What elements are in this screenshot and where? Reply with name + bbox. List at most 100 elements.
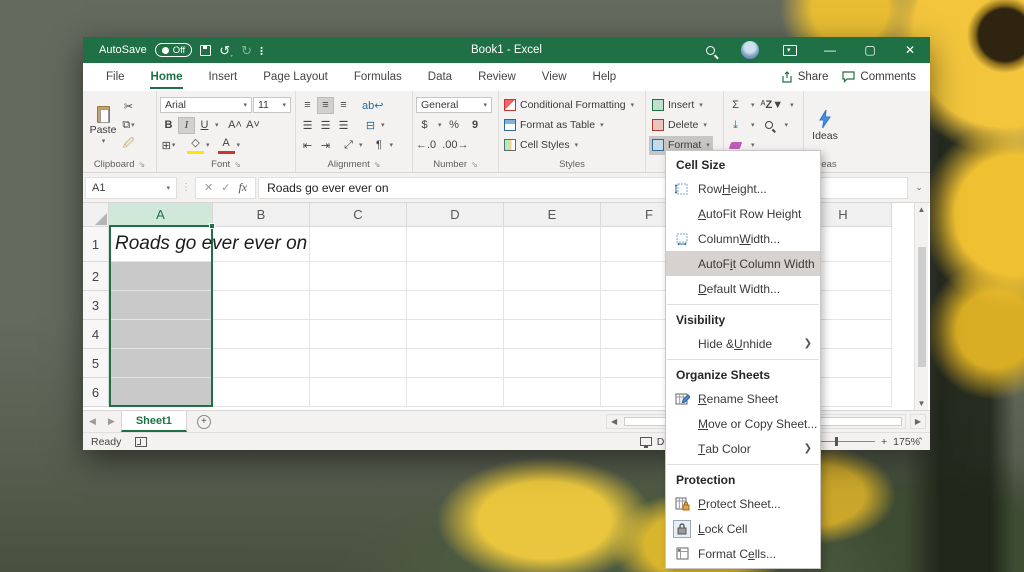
new-sheet-button[interactable]: + (197, 415, 211, 429)
cell-b6[interactable] (213, 378, 310, 407)
fill-icon[interactable]: ⤓ (727, 117, 744, 134)
tab-page-layout[interactable]: Page Layout (250, 63, 341, 91)
column-header-d[interactable]: D (407, 203, 504, 227)
bold-button[interactable]: B (160, 117, 177, 134)
increase-indent-icon[interactable]: ⇥ (317, 137, 334, 154)
tab-file[interactable]: File (93, 63, 138, 91)
namebox-splitter[interactable]: ⋮ (179, 182, 193, 193)
font-dialog-launcher-icon[interactable]: ⇘ (234, 160, 241, 169)
comma-style-button[interactable]: 9 (467, 117, 484, 134)
tab-help[interactable]: Help (580, 63, 630, 91)
minimize-button[interactable]: — (810, 37, 850, 63)
maximize-button[interactable]: ▢ (850, 37, 890, 63)
menu-item-lock-cell[interactable]: Lock Cell (666, 516, 820, 541)
menu-item-hide-unhide[interactable]: Hide & Unhide❯ (666, 331, 820, 356)
number-format-select[interactable]: General▾ (416, 97, 492, 113)
cell-c1[interactable] (310, 227, 407, 262)
scroll-down-icon[interactable]: ▼ (918, 399, 926, 408)
vertical-scroll-thumb[interactable] (918, 247, 926, 367)
close-button[interactable]: ✕ (890, 37, 930, 63)
tab-review[interactable]: Review (465, 63, 529, 91)
zoom-slider[interactable] (817, 441, 875, 442)
zoom-slider-thumb[interactable] (835, 437, 838, 446)
conditional-formatting-button[interactable]: Conditional Formatting▾ (504, 96, 634, 115)
tab-home[interactable]: Home (138, 63, 196, 91)
zoom-level[interactable]: 175% (893, 436, 920, 448)
sheet-tab-sheet1[interactable]: Sheet1 (121, 411, 187, 432)
decrease-decimal-button[interactable]: .00→ (442, 137, 468, 154)
cell-a3[interactable] (109, 291, 213, 320)
cancel-entry-icon[interactable]: ✕ (204, 181, 213, 194)
cell-a6[interactable] (109, 378, 213, 407)
clipboard-dialog-launcher-icon[interactable]: ⇘ (138, 160, 145, 169)
column-header-c[interactable]: C (310, 203, 407, 227)
top-align-icon[interactable]: ≡ (299, 97, 316, 114)
cell-c4[interactable] (310, 320, 407, 349)
alignment-dialog-launcher-icon[interactable]: ⇘ (374, 160, 381, 169)
next-sheet-icon[interactable]: ▶ (102, 416, 121, 427)
tab-data[interactable]: Data (415, 63, 465, 91)
menu-item-autofit-column-width[interactable]: AutoFit Column Width (666, 251, 820, 276)
autosave-toggle[interactable]: Off (155, 43, 193, 57)
middle-align-icon[interactable]: ≡ (317, 97, 334, 114)
font-size-select[interactable]: 11▾ (253, 97, 291, 113)
cell-c5[interactable] (310, 349, 407, 378)
insert-button[interactable]: Insert▾ (649, 96, 713, 115)
macro-record-icon[interactable] (135, 437, 147, 447)
scroll-left-icon[interactable]: ◀ (607, 417, 621, 426)
tab-insert[interactable]: Insert (195, 63, 250, 91)
cell-a2[interactable] (109, 262, 213, 291)
row-header-6[interactable]: 6 (83, 378, 109, 407)
left-to-right-icon[interactable]: ¶ (371, 137, 388, 154)
cell-d2[interactable] (407, 262, 504, 291)
cell-c3[interactable] (310, 291, 407, 320)
italic-button[interactable]: I (178, 117, 195, 134)
menu-item-protect-sheet[interactable]: Protect Sheet... (666, 491, 820, 516)
menu-item-format-cells[interactable]: Format Cells... (666, 541, 820, 566)
confirm-entry-icon[interactable]: ✓ (221, 181, 230, 194)
cell-b2[interactable] (213, 262, 310, 291)
decrease-indent-icon[interactable]: ⇤ (299, 137, 316, 154)
vertical-scrollbar[interactable]: ▲ ▼ (914, 203, 928, 410)
cell-c6[interactable] (310, 378, 407, 407)
fill-color-button[interactable]: ◇ (187, 137, 204, 154)
ideas-button[interactable]: Ideas (807, 93, 843, 157)
cell-styles-button[interactable]: Cell Styles▾ (504, 136, 634, 155)
cell-e5[interactable] (504, 349, 601, 378)
zoom-in-button[interactable]: + (881, 436, 887, 448)
cell-a5[interactable] (109, 349, 213, 378)
cell-e2[interactable] (504, 262, 601, 291)
cell-d5[interactable] (407, 349, 504, 378)
scroll-right-icon[interactable]: ▶ (910, 414, 926, 429)
align-left-icon[interactable]: ☰ (299, 117, 316, 134)
menu-item-tab-color[interactable]: Tab Color❯ (666, 436, 820, 461)
column-header-a[interactable]: A (109, 203, 213, 227)
select-all-corner[interactable] (83, 203, 109, 227)
cell-d6[interactable] (407, 378, 504, 407)
bottom-align-icon[interactable]: ≡ (335, 97, 352, 114)
name-box[interactable]: A1▾ (85, 177, 177, 199)
copy-icon[interactable]: ⧉▾ (120, 117, 137, 134)
font-color-button[interactable]: A (218, 137, 235, 154)
menu-item-column-width[interactable]: Column Width... (666, 226, 820, 251)
increase-decimal-button[interactable]: ←.0 (416, 137, 436, 154)
underline-button[interactable]: U (196, 117, 213, 134)
customize-quick-access-icon[interactable]: ᎒ (260, 44, 263, 57)
expand-formula-bar-icon[interactable]: ⌄ (910, 182, 928, 193)
cut-icon[interactable]: ✂ (120, 98, 137, 115)
account-avatar[interactable] (730, 37, 770, 63)
find-select-icon[interactable] (761, 117, 778, 134)
ribbon-display-options-icon[interactable] (770, 37, 810, 63)
fill-handle[interactable] (209, 223, 215, 229)
row-header-2[interactable]: 2 (83, 262, 109, 291)
tab-view[interactable]: View (529, 63, 580, 91)
cell-d3[interactable] (407, 291, 504, 320)
format-painter-icon[interactable]: 🖉 (120, 136, 137, 153)
scroll-up-icon[interactable]: ▲ (918, 205, 926, 214)
undo-icon[interactable]: ↺˯ (219, 44, 233, 57)
comments-button[interactable]: Comments (842, 71, 916, 83)
menu-item-default-width[interactable]: Default Width... (666, 276, 820, 301)
cell-e6[interactable] (504, 378, 601, 407)
format-as-table-button[interactable]: Format as Table▾ (504, 116, 634, 135)
column-header-b[interactable]: B (213, 203, 310, 227)
